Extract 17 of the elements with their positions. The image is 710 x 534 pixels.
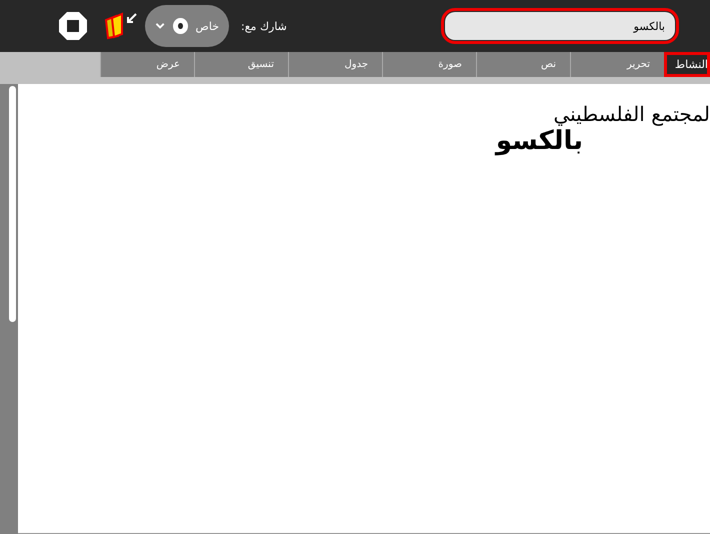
tab[interactable]: النشاط	[664, 52, 710, 77]
title-field[interactable]: بالكسو	[445, 12, 675, 40]
tab[interactable]: صورة	[382, 52, 476, 77]
chevron-icon	[155, 21, 166, 31]
journal-icon[interactable]	[104, 12, 138, 40]
tab[interactable]: تحرير	[570, 52, 664, 77]
share-dropdown[interactable]: خاص	[145, 5, 229, 47]
radio-button[interactable]	[173, 18, 188, 34]
share-label: شارك مع:	[241, 20, 287, 32]
tab[interactable]: عرض	[100, 52, 194, 77]
tab[interactable]: تنسيق	[194, 52, 288, 77]
stop-button[interactable]	[59, 12, 87, 40]
document-text: بالكسو	[496, 126, 583, 156]
document-text: لمجتمع الفلسطيني	[553, 102, 710, 126]
tab[interactable]: نص	[476, 52, 570, 77]
scrollbar[interactable]	[9, 86, 16, 322]
tab[interactable]: جدول	[288, 52, 382, 77]
